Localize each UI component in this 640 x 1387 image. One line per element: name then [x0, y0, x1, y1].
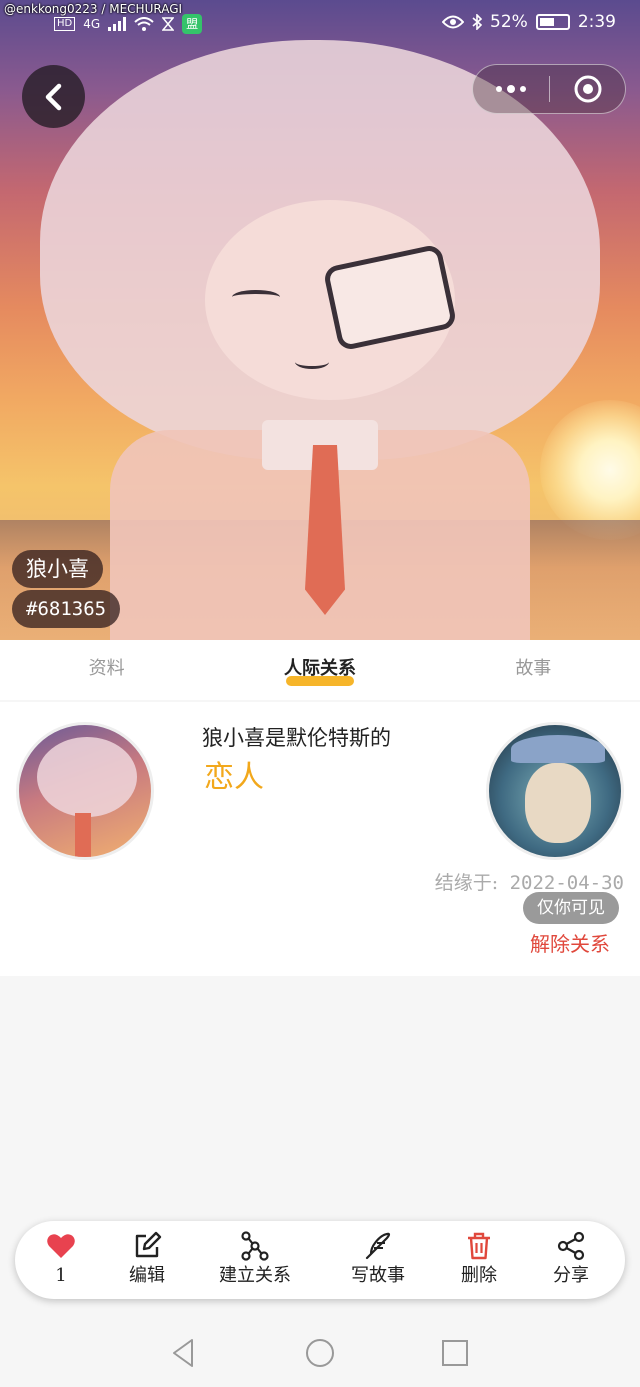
status-left: HD 4G 盟 [54, 14, 203, 34]
bluetooth-icon [472, 14, 483, 30]
signal-icon [108, 17, 127, 31]
unlink-relationship-button[interactable]: 解除关系 [530, 928, 610, 957]
visibility-badge: 仅你可见 [523, 892, 619, 924]
close-miniprogram-button[interactable] [550, 65, 625, 113]
character-name-badge: 狼小喜 [12, 550, 103, 588]
relationship-since: 结缘于: 2022-04-30 [435, 868, 624, 895]
edit-button[interactable]: 编辑 [129, 1231, 165, 1287]
relationship-card: 狼小喜是默伦特斯的 恋人 结缘于: 2022-04-30 仅你可见 解除关系 [0, 702, 640, 976]
battery-percent: 52% [490, 12, 528, 32]
tab-label: 人际关系 [283, 658, 356, 679]
bottom-toolbar: 1 编辑 建立关系 写故事 删除 分享 [15, 1221, 625, 1299]
tab-relationships[interactable]: 人际关系 [213, 640, 426, 700]
chevron-left-icon [45, 83, 61, 110]
battery-icon [535, 14, 570, 30]
miniprogram-capsule [472, 64, 626, 114]
create-relationship-label: 建立关系 [219, 1265, 291, 1286]
feather-pen-icon [365, 1232, 391, 1260]
heart-icon [47, 1234, 75, 1258]
sun-illustration [540, 400, 640, 540]
delete-label: 删除 [461, 1265, 497, 1286]
eye-icon [442, 15, 465, 29]
like-button[interactable]: 1 [46, 1231, 76, 1287]
network-icon [241, 1231, 269, 1261]
hd-tag: HD [54, 17, 76, 31]
more-dots-icon [496, 85, 526, 93]
character-smile [295, 355, 329, 369]
since-date: 2022-04-30 [509, 872, 624, 894]
self-avatar[interactable] [16, 722, 154, 860]
hourglass-icon [162, 17, 175, 31]
relationship-text: 狼小喜是默伦特斯的 [202, 726, 391, 750]
relationship-type: 恋人 [204, 760, 264, 795]
nav-recents-icon[interactable] [438, 1336, 472, 1370]
back-button[interactable] [22, 65, 85, 128]
tab-stories[interactable]: 故事 [427, 640, 640, 700]
tab-label: 资料 [88, 658, 125, 679]
share-button[interactable]: 分享 [553, 1231, 589, 1287]
status-right: 52% 2:39 [442, 12, 616, 32]
tab-profile[interactable]: 资料 [0, 640, 213, 700]
target-icon [574, 75, 601, 103]
trash-icon [468, 1232, 490, 1260]
like-count: 1 [55, 1265, 67, 1286]
more-button[interactable] [473, 65, 549, 113]
write-story-label: 写故事 [351, 1265, 405, 1286]
tab-label: 故事 [515, 658, 552, 679]
app-notification-icon: 盟 [182, 14, 203, 34]
nav-back-icon[interactable] [166, 1336, 200, 1370]
delete-button[interactable]: 删除 [461, 1231, 497, 1287]
since-label: 结缘于: [434, 872, 499, 894]
status-bar: @enkkong0223 / MECHURAGI HD 4G 盟 52% 2:3… [0, 0, 640, 44]
nav-home-icon[interactable] [303, 1336, 337, 1370]
partner-avatar[interactable] [486, 722, 624, 860]
network-type: 4G [83, 17, 101, 31]
edit-icon [135, 1231, 162, 1258]
clock: 2:39 [577, 12, 616, 32]
write-story-button[interactable]: 写故事 [351, 1231, 405, 1287]
system-nav-bar [0, 1320, 640, 1387]
share-icon [557, 1231, 585, 1261]
tab-bar: 资料 人际关系 故事 [0, 640, 640, 700]
character-eye [232, 290, 280, 304]
share-label: 分享 [553, 1265, 589, 1286]
wifi-icon [134, 17, 154, 31]
character-id-badge: #681365 [12, 590, 121, 628]
edit-label: 编辑 [129, 1265, 165, 1286]
create-relationship-button[interactable]: 建立关系 [219, 1231, 291, 1287]
